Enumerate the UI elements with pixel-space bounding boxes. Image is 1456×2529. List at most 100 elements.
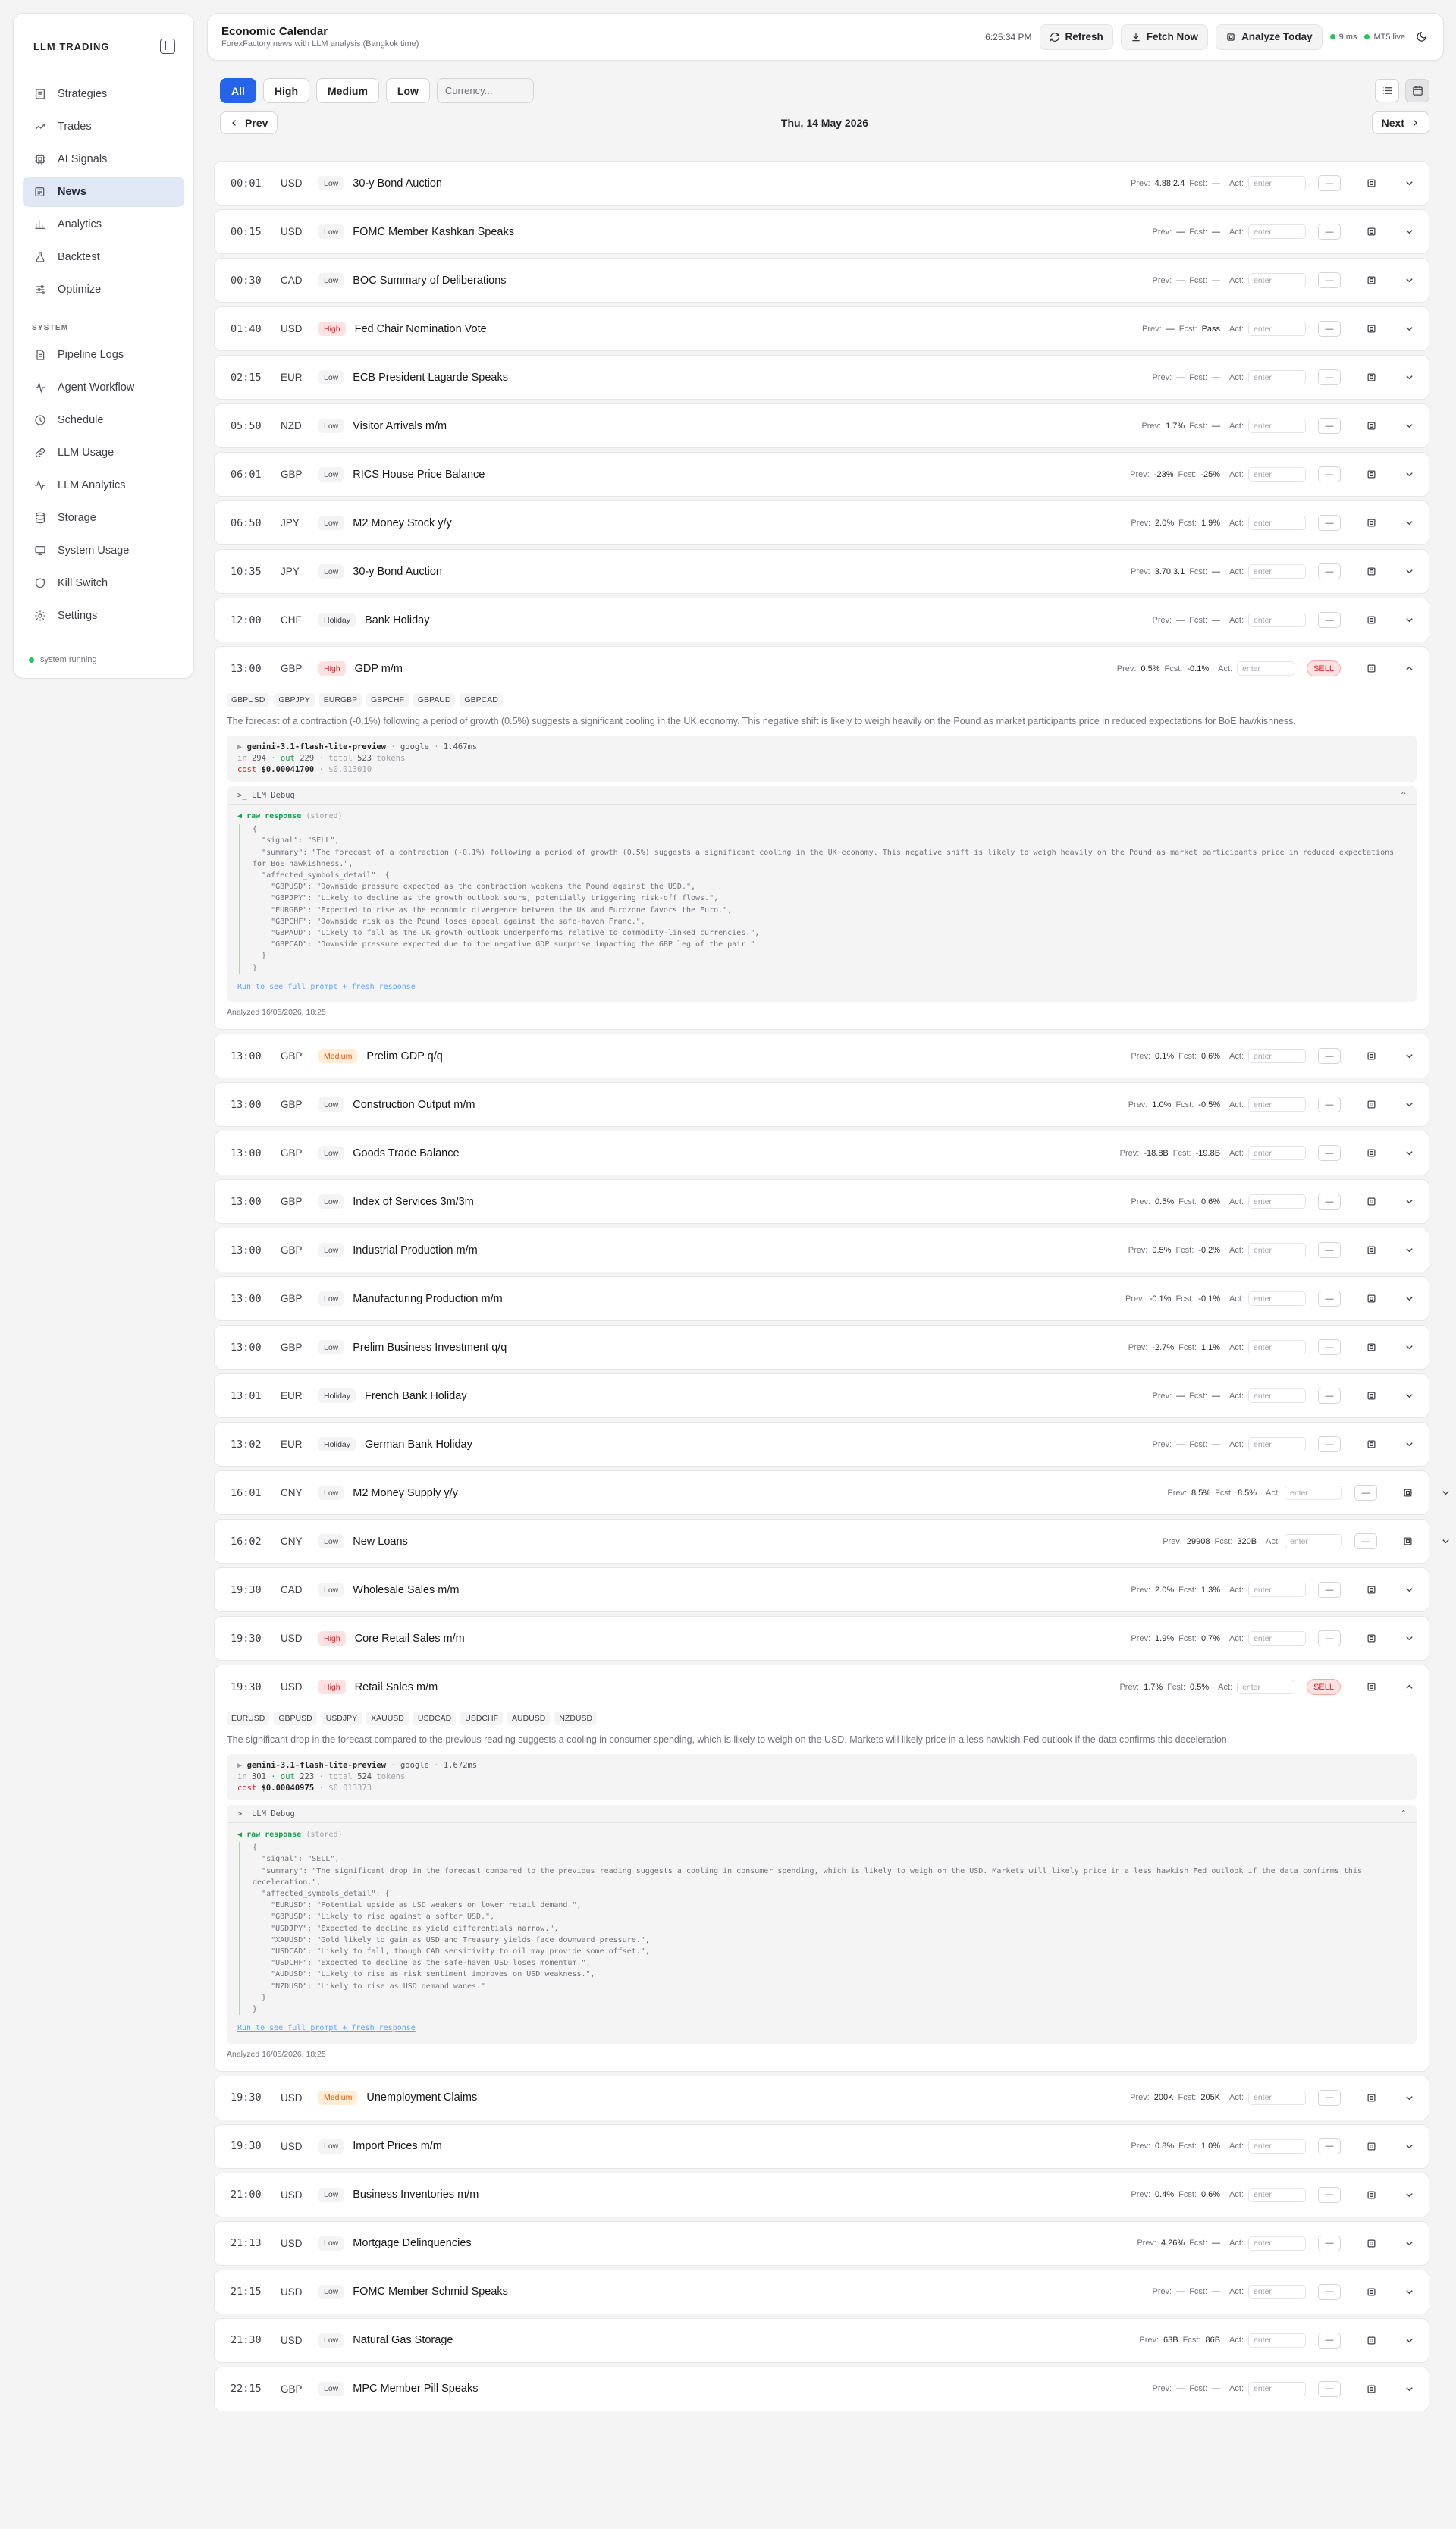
chevron-down-icon[interactable]	[1401, 1146, 1417, 1161]
event-row[interactable]: 13:00 GBP Medium Prelim GDP q/q Prev: 0.1% Fcs…	[215, 1034, 1429, 1078]
analyze-event-icon[interactable]	[1363, 2138, 1379, 2154]
actual-input[interactable]	[1248, 2138, 1306, 2154]
signal-placeholder-button[interactable]: —	[1318, 1291, 1341, 1307]
analyze-event-icon[interactable]	[1363, 2333, 1379, 2348]
list-view-button[interactable]	[1375, 79, 1399, 102]
sidebar-collapse-icon[interactable]	[160, 39, 175, 54]
actual-input[interactable]	[1248, 2381, 1306, 2396]
chevron-down-icon[interactable]	[1401, 1243, 1417, 1258]
analyze-event-icon[interactable]	[1363, 516, 1379, 531]
analyze-event-icon[interactable]	[1363, 564, 1379, 579]
analyze-event-icon[interactable]	[1363, 224, 1379, 240]
event-row[interactable]: 13:01 EUR Holiday French Bank Holiday Prev: —…	[215, 1374, 1429, 1417]
sidebar-item-news[interactable]: News	[23, 177, 184, 207]
analyze-event-icon[interactable]	[1363, 1631, 1379, 1646]
event-row[interactable]: 13:00 GBP Low Prelim Business Investment q/…	[215, 1326, 1429, 1369]
prev-day-button[interactable]: Prev	[220, 111, 278, 134]
analyze-event-icon[interactable]	[1363, 2284, 1379, 2299]
actual-input[interactable]	[1248, 1291, 1306, 1307]
llm-debug-toggle[interactable]: >_ LLM Debug ^	[227, 786, 1417, 805]
chevron-down-icon[interactable]	[1401, 1291, 1417, 1307]
analyze-event-icon[interactable]	[1363, 2090, 1379, 2105]
actual-input[interactable]	[1248, 273, 1306, 287]
analyze-event-icon[interactable]	[1363, 1340, 1379, 1355]
sidebar-item-analytics[interactable]: Analytics	[23, 209, 184, 240]
chevron-down-icon[interactable]	[1401, 2284, 1417, 2299]
signal-placeholder-button[interactable]: —	[1354, 1533, 1377, 1550]
signal-placeholder-button[interactable]: —	[1318, 321, 1341, 337]
signal-placeholder-button[interactable]: —	[1318, 272, 1341, 288]
analyze-event-icon[interactable]	[1363, 419, 1379, 434]
filter-chip-low[interactable]: Low	[385, 78, 430, 103]
signal-placeholder-button[interactable]: —	[1318, 515, 1341, 531]
event-row[interactable]: 12:00 CHF Holiday Bank Holiday Prev: — Fcst: — A…	[215, 598, 1429, 642]
analyze-event-icon[interactable]	[1363, 2236, 1379, 2251]
chevron-down-icon[interactable]	[1401, 1583, 1417, 1598]
event-row[interactable]: 13:00 GBP Low Construction Output m/m Prev: 1…	[215, 1083, 1429, 1126]
actual-input[interactable]	[1248, 2187, 1306, 2202]
signal-placeholder-button[interactable]: —	[1318, 2138, 1341, 2154]
actual-input[interactable]	[1248, 419, 1306, 433]
chevron-down-icon[interactable]	[1438, 1534, 1453, 1549]
signal-placeholder-button[interactable]: —	[1318, 1630, 1341, 1647]
event-row[interactable]: 13:00 GBP High GDP m/m Prev: 0.5% Fcst: -0.1% Ac…	[215, 647, 1429, 690]
sidebar-item-ai-signals[interactable]: AI Signals	[23, 144, 184, 174]
signal-placeholder-button[interactable]: —	[1318, 418, 1341, 434]
analyze-event-icon[interactable]	[1363, 370, 1379, 385]
event-row[interactable]: 21:13 USD Low Mortgage Delinquencies Prev: 4.…	[215, 2222, 1429, 2265]
filter-chip-all[interactable]: All	[220, 78, 256, 103]
signal-placeholder-button[interactable]: —	[1318, 2089, 1341, 2106]
chevron-down-icon[interactable]	[1401, 467, 1417, 482]
chevron-down-icon[interactable]	[1401, 1631, 1417, 1646]
signal-placeholder-button[interactable]: —	[1318, 2332, 1341, 2349]
actual-input[interactable]	[1248, 2284, 1306, 2299]
sidebar-item-system-usage[interactable]: System Usage	[23, 535, 184, 566]
chevron-down-icon[interactable]	[1438, 1486, 1453, 1501]
chevron-down-icon[interactable]	[1401, 613, 1417, 628]
signal-placeholder-button[interactable]: —	[1318, 1242, 1341, 1259]
event-row[interactable]: 19:30 USD High Retail Sales m/m Prev: 1.7% Fcs…	[215, 1665, 1429, 1708]
expand-triangle-icon[interactable]: ▶	[237, 742, 242, 751]
event-row[interactable]: 19:30 CAD Low Wholesale Sales m/m Prev: 2.0% F…	[215, 1568, 1429, 1611]
actual-input[interactable]	[1248, 1437, 1306, 1452]
chevron-down-icon[interactable]	[1401, 176, 1417, 191]
chevron-down-icon[interactable]	[1401, 2187, 1417, 2202]
sidebar-item-backtest[interactable]: Backtest	[23, 242, 184, 272]
signal-placeholder-button[interactable]: —	[1318, 466, 1341, 482]
actual-input[interactable]	[1248, 467, 1306, 482]
llm-debug-toggle[interactable]: >_ LLM Debug ^	[227, 1805, 1417, 1824]
chevron-down-icon[interactable]	[1401, 1097, 1417, 1112]
event-row[interactable]: 19:30 USD High Core Retail Sales m/m Prev: 1.…	[215, 1617, 1429, 1660]
actual-input[interactable]	[1248, 1583, 1306, 1598]
event-row[interactable]: 06:50 JPY Low M2 Money Stock y/y Prev: 2.0% Fc…	[215, 501, 1429, 544]
chevron-up-icon[interactable]	[1401, 661, 1417, 676]
actual-input[interactable]	[1248, 1340, 1306, 1355]
analyze-event-icon[interactable]	[1363, 613, 1379, 628]
next-day-button[interactable]: Next	[1371, 111, 1429, 134]
event-row[interactable]: 00:30 CAD Low BOC Summary of Deliberations P…	[215, 259, 1429, 302]
chevron-down-icon[interactable]	[1401, 2138, 1417, 2154]
refresh-button[interactable]: Refresh	[1039, 24, 1113, 50]
signal-placeholder-button[interactable]: —	[1318, 563, 1341, 579]
signal-placeholder-button[interactable]: —	[1318, 224, 1341, 240]
event-row[interactable]: 13:00 GBP Low Goods Trade Balance Prev: -18.8…	[215, 1131, 1429, 1175]
analyze-event-icon[interactable]	[1363, 2187, 1379, 2202]
sidebar-item-strategies[interactable]: Strategies	[23, 79, 184, 109]
event-row[interactable]: 00:15 USD Low FOMC Member Kashkari Speaks Pr…	[215, 210, 1429, 253]
event-row[interactable]: 13:00 GBP Low Manufacturing Production m/m P…	[215, 1277, 1429, 1320]
sidebar-item-storage[interactable]: Storage	[23, 503, 184, 533]
analyze-event-icon[interactable]	[1363, 273, 1379, 288]
calendar-view-button[interactable]	[1405, 79, 1429, 102]
analyze-event-icon[interactable]	[1363, 176, 1379, 191]
signal-placeholder-button[interactable]: —	[1318, 612, 1341, 628]
actual-input[interactable]	[1237, 661, 1295, 676]
analyze-event-icon[interactable]	[1363, 322, 1379, 337]
event-row[interactable]: 21:00 USD Low Business Inventories m/m Prev:…	[215, 2173, 1429, 2217]
filter-chip-high[interactable]: High	[262, 78, 309, 103]
signal-placeholder-button[interactable]: —	[1318, 1097, 1341, 1113]
chevron-down-icon[interactable]	[1401, 224, 1417, 240]
chevron-down-icon[interactable]	[1401, 419, 1417, 434]
run-full-prompt-link[interactable]: Run to see full prompt + fresh response	[237, 981, 416, 993]
event-row[interactable]: 13:00 GBP Low Index of Services 3m/3m Prev: 0…	[215, 1180, 1429, 1223]
event-row[interactable]: 06:01 GBP Low RICS House Price Balance Prev:…	[215, 453, 1429, 496]
